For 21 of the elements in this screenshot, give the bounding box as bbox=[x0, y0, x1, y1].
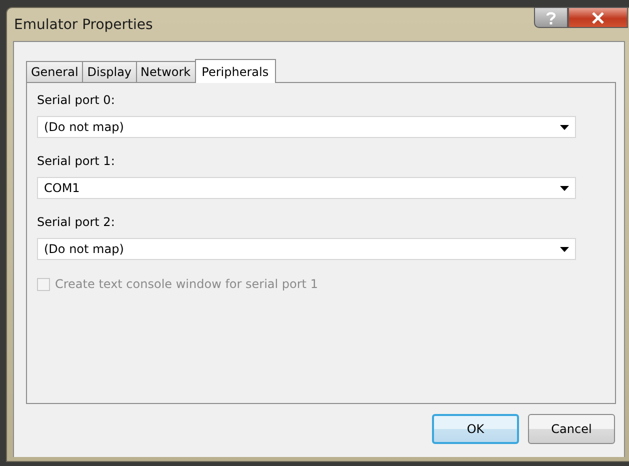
tab[interactable]: General bbox=[26, 61, 84, 82]
tab[interactable]: Peripherals bbox=[194, 59, 276, 83]
field-label: Serial port 0: bbox=[37, 93, 116, 108]
window-title: Emulator Properties bbox=[14, 16, 153, 32]
dropdown[interactable]: (Do not map) bbox=[37, 238, 576, 260]
close-icon bbox=[591, 12, 605, 24]
field-label: Serial port 2: bbox=[37, 215, 116, 230]
field-label: Serial port 1: bbox=[37, 154, 116, 169]
dropdown[interactable]: COM1 bbox=[37, 177, 576, 199]
help-icon bbox=[545, 10, 557, 24]
close-button[interactable] bbox=[568, 7, 628, 28]
ok-button[interactable]: OK bbox=[432, 414, 519, 444]
cancel-button[interactable]: Cancel bbox=[528, 414, 615, 444]
help-button[interactable] bbox=[534, 7, 568, 28]
dropdown-arrow-icon bbox=[560, 124, 569, 130]
dropdown[interactable]: (Do not map) bbox=[37, 116, 576, 138]
tab[interactable]: Network bbox=[136, 61, 196, 82]
tab[interactable]: Display bbox=[82, 61, 137, 82]
checkbox-label: Create text console window for serial port 1 bbox=[55, 277, 318, 291]
dropdown-arrow-icon bbox=[560, 186, 569, 190]
dropdown-arrow-icon bbox=[560, 246, 569, 252]
